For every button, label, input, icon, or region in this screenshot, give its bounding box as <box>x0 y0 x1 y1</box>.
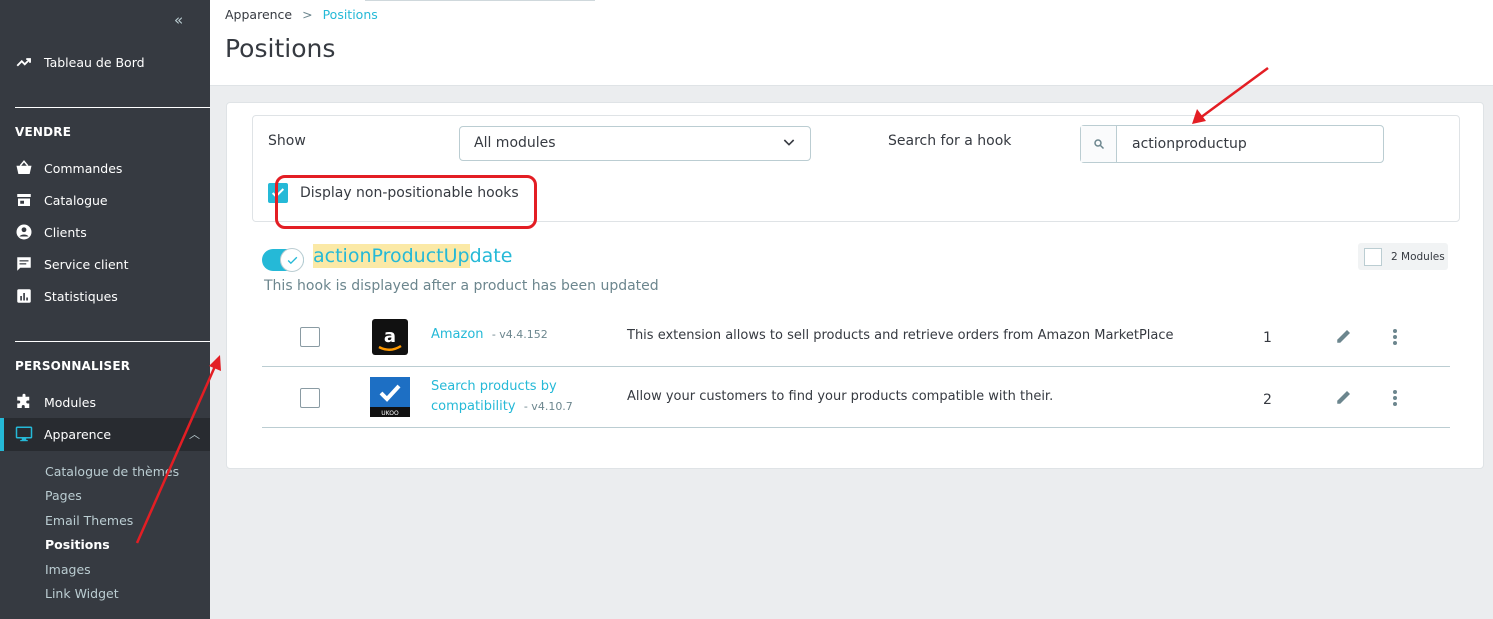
module-name-link[interactable]: Search products by compatibility - v4.10.… <box>431 377 573 417</box>
sidebar: « Tableau de Bord VENDRE Commandes Catal… <box>0 0 210 619</box>
positions-card: Show All modules Search for a hook Displ… <box>226 102 1484 469</box>
sidebar-item-catalog[interactable]: Catalogue <box>15 191 108 209</box>
module-name-line1: Search products by <box>431 379 557 394</box>
sidebar-item-label: Catalogue <box>44 192 108 208</box>
puzzle-icon <box>17 393 30 408</box>
module-filter-select[interactable]: All modules <box>459 126 811 161</box>
hook-description: This hook is displayed after a product h… <box>264 278 659 294</box>
account-circle-icon <box>16 224 32 240</box>
chat-icon <box>17 257 31 271</box>
hook-name-rest: date <box>469 245 513 267</box>
module-name: Amazon <box>431 327 484 342</box>
sidebar-active-indicator <box>0 418 4 451</box>
pencil-icon[interactable] <box>1335 388 1353 406</box>
module-filter-value: All modules <box>474 135 556 151</box>
module-position: 2 <box>1263 392 1272 408</box>
page-title: Positions <box>225 34 336 63</box>
module-checkbox[interactable] <box>300 388 320 408</box>
sidebar-divider <box>15 107 210 108</box>
sidebar-section-sell: VENDRE <box>15 125 72 139</box>
sidebar-item-label: Apparence <box>44 426 112 442</box>
sidebar-item-label: Clients <box>44 224 87 240</box>
sidebar-subitem-images[interactable]: Images <box>45 562 91 577</box>
pencil-icon[interactable] <box>1335 327 1353 345</box>
sidebar-subitem-email-themes[interactable]: Email Themes <box>45 513 133 528</box>
sidebar-divider <box>15 341 210 342</box>
module-description: Allow your customers to find your produc… <box>627 389 1054 404</box>
sidebar-section-customize: PERSONNALISER <box>15 359 131 373</box>
amazon-logo-icon: a <box>372 319 408 355</box>
hook-search <box>1080 125 1384 163</box>
sidebar-item-dashboard[interactable]: Tableau de Bord <box>15 53 145 71</box>
hook-name-match: actionProductUp <box>313 244 470 268</box>
search-icon <box>1081 126 1117 162</box>
module-checkbox[interactable] <box>300 327 320 347</box>
hook-enable-switch[interactable] <box>262 248 304 272</box>
module-description: This extension allows to sell products a… <box>627 328 1174 343</box>
bar-chart-icon <box>17 289 31 303</box>
annotation-highlight-box <box>275 175 537 229</box>
show-label: Show <box>268 133 306 149</box>
filter-panel: Show All modules Search for a hook Displ… <box>252 115 1460 229</box>
header-tab-line <box>365 0 595 1</box>
sidebar-subitem-theme-catalog[interactable]: Catalogue de thèmes <box>45 464 179 479</box>
svg-text:a: a <box>384 326 396 347</box>
ukoo-logo-icon: UKOO <box>370 377 410 417</box>
store-icon <box>17 194 31 206</box>
more-vert-icon[interactable] <box>1392 389 1398 407</box>
sidebar-subitem-link-widget[interactable]: Link Widget <box>45 586 119 601</box>
breadcrumb: Apparence > Positions <box>225 7 378 22</box>
sidebar-item-orders[interactable]: Commandes <box>15 159 122 177</box>
more-vert-icon[interactable] <box>1392 328 1398 346</box>
select-all-checkbox[interactable] <box>1364 247 1382 266</box>
sidebar-item-appearance[interactable]: Apparence <box>15 425 111 443</box>
sidebar-subitem-pages[interactable]: Pages <box>45 488 82 503</box>
switch-knob <box>280 248 304 272</box>
sidebar-item-customer-service[interactable]: Service client <box>15 255 129 273</box>
collapse-sidebar-icon[interactable]: « <box>174 11 183 29</box>
sidebar-subitem-positions[interactable]: Positions <box>45 537 110 552</box>
module-row: UKOO Search products by compatibility - v… <box>262 367 1450 428</box>
chevron-up-icon[interactable]: ︿ <box>189 426 200 442</box>
search-hook-label: Search for a hook <box>888 133 1012 149</box>
hook-name: actionProductUpdate <box>313 244 513 268</box>
module-name-line2: compatibility <box>431 399 516 414</box>
sidebar-item-customers[interactable]: Clients <box>15 223 87 241</box>
svg-text:UKOO: UKOO <box>381 410 399 417</box>
monitor-icon <box>15 426 33 442</box>
module-row: a Amazon - v4.4.152 This extension allow… <box>262 306 1450 367</box>
check-icon <box>287 256 297 264</box>
breadcrumb-current[interactable]: Positions <box>323 7 378 22</box>
sidebar-item-modules[interactable]: Modules <box>15 393 96 411</box>
sidebar-item-label: Modules <box>44 394 96 410</box>
chevron-down-icon <box>783 139 795 146</box>
page-header: Apparence > Positions Positions <box>210 0 1493 86</box>
sidebar-item-label: Statistiques <box>44 288 118 304</box>
modules-count: 2 Modules <box>1391 250 1445 263</box>
sidebar-item-label: Tableau de Bord <box>44 54 145 70</box>
basket-icon <box>16 160 32 174</box>
hook-search-input[interactable] <box>1117 136 1367 152</box>
trending-up-icon <box>16 58 31 67</box>
module-version: - v4.4.152 <box>491 328 548 341</box>
module-position: 1 <box>1263 330 1272 346</box>
breadcrumb-parent-link[interactable]: Apparence <box>225 7 292 22</box>
breadcrumb-separator: > <box>302 7 313 22</box>
module-name-link[interactable]: Amazon - v4.4.152 <box>431 327 548 342</box>
sidebar-item-label: Commandes <box>44 160 123 176</box>
sidebar-item-stats[interactable]: Statistiques <box>15 287 118 305</box>
module-version: - v4.10.7 <box>523 400 573 413</box>
sidebar-item-label: Service client <box>44 256 129 272</box>
select-all-modules[interactable]: 2 Modules <box>1358 243 1448 270</box>
